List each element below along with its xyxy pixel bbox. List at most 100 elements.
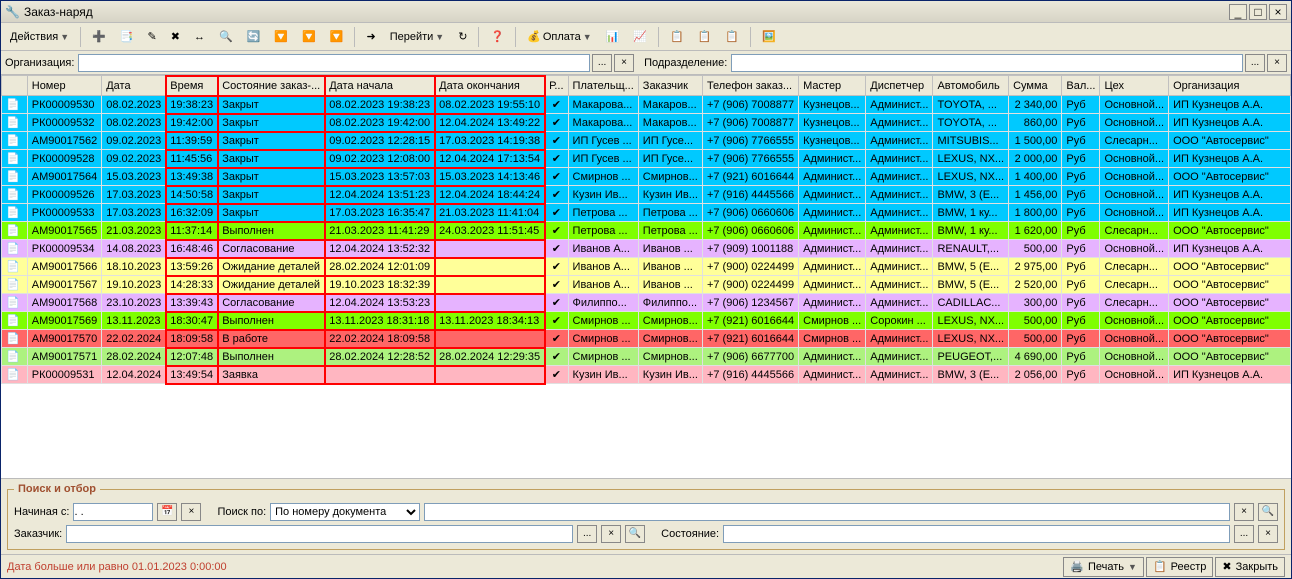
start-cal-button[interactable]: 📅 <box>157 503 177 521</box>
start-clear-button[interactable]: × <box>181 503 201 521</box>
search-clear-button[interactable]: × <box>1234 503 1254 521</box>
searchby-select[interactable]: По номеру документа <box>270 503 420 521</box>
add-button[interactable]: ➕ <box>87 27 111 46</box>
col-header[interactable] <box>2 76 28 96</box>
col-header[interactable]: Время <box>166 76 218 96</box>
cell: 📄 <box>2 240 28 258</box>
search-go-button[interactable]: 🔍 <box>1258 503 1278 521</box>
table-row[interactable]: 📄АМ9001757128.02.202412:07:48Выполнен28.… <box>2 348 1291 366</box>
edit-button[interactable]: ✎ <box>143 27 162 46</box>
col-header[interactable]: Заказчик <box>638 76 702 96</box>
doc2-button[interactable]: 📋 <box>693 27 717 46</box>
data-grid[interactable]: НомерДатаВремяСостояние заказ-...Дата на… <box>1 75 1291 478</box>
graph-button[interactable]: 📈 <box>628 27 652 46</box>
filter2-button[interactable]: 🔽 <box>297 27 321 46</box>
cell: ООО "Автосервис" <box>1169 222 1291 240</box>
state-input[interactable] <box>723 525 1230 543</box>
cell: Админист... <box>799 366 866 384</box>
col-header[interactable]: Автомобиль <box>933 76 1009 96</box>
table-row[interactable]: 📄АМ9001756913.11.202318:30:47Выполнен13.… <box>2 312 1291 330</box>
table-row[interactable]: 📄АМ9001756618.10.202313:59:26Ожидание де… <box>2 258 1291 276</box>
cell <box>435 330 545 348</box>
table-row[interactable]: 📄АМ9001757022.02.202418:09:58В работе22.… <box>2 330 1291 348</box>
table-row[interactable]: 📄РК0000953208.02.202319:42:00Закрыт08.02… <box>2 114 1291 132</box>
cell: Слесарн... <box>1100 294 1169 312</box>
nav-button[interactable]: ➜ <box>361 27 380 46</box>
move-button[interactable]: ↔ <box>189 28 210 46</box>
cell: ИП Гусев ... <box>568 150 638 168</box>
table-row[interactable]: 📄РК0000953112.04.202413:49:54Заявка✔Кузи… <box>2 366 1291 384</box>
state-select-button[interactable]: ... <box>1234 525 1254 543</box>
table-row[interactable]: 📄РК0000952809.02.202311:45:56Закрыт09.02… <box>2 150 1291 168</box>
image-button[interactable]: 🖼️ <box>757 27 781 46</box>
cell: +7 (906) 7766555 <box>702 132 798 150</box>
copy-button[interactable]: 📑 <box>115 27 139 46</box>
export-button[interactable]: 📊 <box>601 27 625 46</box>
doc1-button[interactable]: 📋 <box>665 27 689 46</box>
doc3-button[interactable]: 📋 <box>720 27 744 46</box>
col-header[interactable]: Диспетчер <box>866 76 933 96</box>
col-header[interactable]: Дата начала <box>325 76 435 96</box>
cell: Макаров... <box>638 114 702 132</box>
maximize-button[interactable]: □ <box>1249 4 1267 20</box>
cell: +7 (921) 6016644 <box>702 330 798 348</box>
close-button[interactable]: × <box>1269 4 1287 20</box>
table-row[interactable]: 📄АМ9001756209.02.202311:39:59Закрыт09.02… <box>2 132 1291 150</box>
customer-search-button[interactable]: 🔍 <box>625 525 645 543</box>
cell: 28.02.2024 <box>102 348 166 366</box>
refresh-button[interactable]: 🔄 <box>242 27 266 46</box>
org-clear-button[interactable]: × <box>614 54 634 72</box>
customer-input[interactable] <box>66 525 573 543</box>
reload-button[interactable]: ↻ <box>453 27 472 46</box>
print-button[interactable]: 🖨️ Печать ▼ <box>1063 557 1144 577</box>
dep-input[interactable] <box>731 54 1243 72</box>
close-footer-button[interactable]: ✖ Закрыть <box>1215 557 1285 577</box>
table-row[interactable]: 📄АМ9001756823.10.202313:39:43Согласовани… <box>2 294 1291 312</box>
col-header[interactable]: Дата <box>102 76 166 96</box>
delete-button[interactable]: ✖ <box>166 27 185 46</box>
table-row[interactable]: 📄РК0000952617.03.202314:50:58Закрыт12.04… <box>2 186 1291 204</box>
table-row[interactable]: 📄РК0000953414.08.202316:48:46Согласовани… <box>2 240 1291 258</box>
col-header[interactable]: Номер <box>27 76 101 96</box>
col-header[interactable]: Р... <box>545 76 568 96</box>
col-header[interactable]: Плательщ... <box>568 76 638 96</box>
start-input[interactable] <box>73 503 153 521</box>
payment-menu[interactable]: 💰Оплата ▼ <box>522 27 596 46</box>
cell: Петрова ... <box>568 222 638 240</box>
col-header[interactable]: Вал... <box>1062 76 1100 96</box>
cell: Основной... <box>1100 312 1169 330</box>
col-header[interactable]: Организация <box>1169 76 1291 96</box>
customer-clear-button[interactable]: × <box>601 525 621 543</box>
org-select-button[interactable]: ... <box>592 54 612 72</box>
table-row[interactable]: 📄АМ9001756719.10.202314:28:33Ожидание де… <box>2 276 1291 294</box>
cell: 12.04.2024 <box>102 366 166 384</box>
customer-select-button[interactable]: ... <box>577 525 597 543</box>
minimize-button[interactable]: _ <box>1229 4 1247 20</box>
col-header[interactable]: Телефон заказ... <box>702 76 798 96</box>
registry-button[interactable]: 📋 Реестр <box>1146 557 1213 577</box>
cell <box>435 258 545 276</box>
col-header[interactable]: Цех <box>1100 76 1169 96</box>
cell: 24.03.2023 11:51:45 <box>435 222 545 240</box>
filter3-button[interactable]: 🔽 <box>325 27 349 46</box>
dep-clear-button[interactable]: × <box>1267 54 1287 72</box>
col-header[interactable]: Дата окончания <box>435 76 545 96</box>
goto-menu[interactable]: Перейти ▼ <box>385 28 450 46</box>
actions-menu[interactable]: Действия ▼ <box>5 28 74 46</box>
org-input[interactable] <box>78 54 590 72</box>
state-clear-button[interactable]: × <box>1258 525 1278 543</box>
table-row[interactable]: 📄РК0000953008.02.202319:38:23Закрыт08.02… <box>2 96 1291 114</box>
dep-select-button[interactable]: ... <box>1245 54 1265 72</box>
table-row[interactable]: 📄АМ9001756521.03.202311:37:14Выполнен21.… <box>2 222 1291 240</box>
cell: Слесарн... <box>1100 276 1169 294</box>
col-header[interactable]: Мастер <box>799 76 866 96</box>
filter1-button[interactable]: 🔽 <box>269 27 293 46</box>
table-row[interactable]: 📄РК0000953317.03.202316:32:09Закрыт17.03… <box>2 204 1291 222</box>
cell: АМ90017564 <box>27 168 101 186</box>
col-header[interactable]: Сумма <box>1009 76 1062 96</box>
col-header[interactable]: Состояние заказ-... <box>218 76 325 96</box>
find-button[interactable]: 🔍 <box>214 27 238 46</box>
search-value-input[interactable] <box>424 503 1230 521</box>
table-row[interactable]: 📄АМ9001756415.03.202313:49:38Закрыт15.03… <box>2 168 1291 186</box>
help-button[interactable]: ❓ <box>485 27 509 46</box>
